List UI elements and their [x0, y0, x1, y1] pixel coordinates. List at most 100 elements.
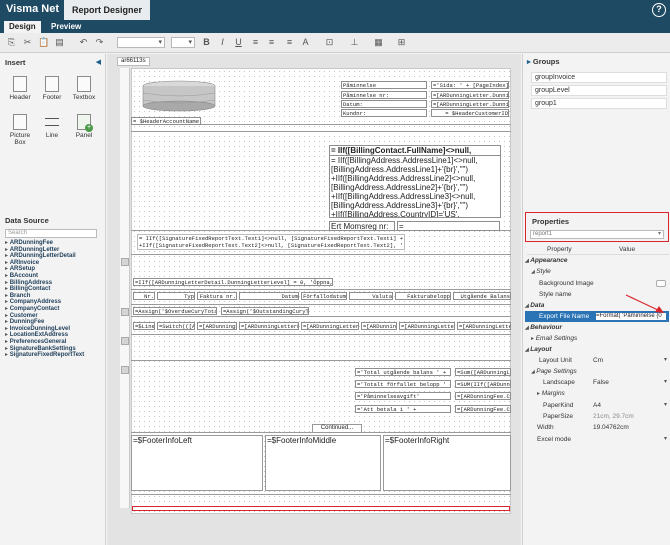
band-marker[interactable] [121, 258, 129, 266]
groups-title[interactable]: Groups [527, 57, 560, 66]
field-dunning-date[interactable]: =[ARDunningLetter.Dunning [431, 100, 509, 108]
prop-group-style[interactable]: Style [531, 266, 670, 277]
tab-preview[interactable]: Preview [46, 21, 86, 33]
prop-width[interactable]: Width 19.04762cm [537, 422, 669, 433]
tab-report-designer[interactable]: Report Designer [64, 0, 150, 20]
detail-cell[interactable]: =[ARDunningLetterD [399, 322, 455, 330]
ds-item[interactable]: DunningFee [5, 319, 105, 326]
detail-cell[interactable]: =[ARDunningLetterD [239, 322, 299, 330]
align-objects-icon[interactable]: ⊥ [349, 37, 360, 48]
ds-item[interactable]: ARSetup [5, 266, 105, 273]
detail-cell[interactable]: =Switch(([ARDu [157, 322, 195, 330]
ds-item[interactable]: BillingAddress [5, 280, 105, 287]
prop-email-settings[interactable]: Email Settings [531, 333, 670, 344]
browse-button[interactable] [656, 280, 666, 287]
insert-panel[interactable]: Panel [69, 114, 99, 139]
italic-icon[interactable]: I [217, 37, 228, 48]
paste-icon[interactable]: 📋 [38, 37, 49, 48]
tab-design[interactable]: Design [4, 21, 41, 33]
cut-icon[interactable]: ✂ [22, 37, 33, 48]
align-right-icon[interactable]: ≡ [284, 37, 295, 48]
logo-picture-box[interactable] [140, 80, 218, 112]
totals-value[interactable]: =[ARDunningFee.Cu [455, 392, 511, 400]
field-billing-contact[interactable]: = IIf([BillingContact.FullName]<>null, [329, 145, 501, 156]
ds-item[interactable]: ARInvoice [5, 260, 105, 267]
ds-item[interactable]: PreferencesGeneral [5, 339, 105, 346]
font-size-select[interactable] [171, 37, 195, 48]
label-moms[interactable]: Ert Momsreg nr: [329, 221, 395, 231]
font-family-select[interactable] [117, 37, 165, 48]
column-header[interactable]: Förfallodatum [301, 292, 347, 300]
align-center-icon[interactable]: ≡ [266, 37, 277, 48]
prop-excel-mode[interactable]: Excel mode [537, 434, 669, 445]
field-fixed-report-text[interactable]: = IIf([SignatureFixedReportText.Text1]<>… [137, 234, 405, 250]
totals-value[interactable]: =Sum([ARDunningLetter [455, 368, 511, 376]
ds-item[interactable]: BAccount [5, 273, 105, 280]
ds-item[interactable]: ARDunningLetter [5, 247, 105, 254]
prop-category-layout[interactable]: Layout [525, 344, 669, 355]
label-kundnr[interactable]: Kundnr: [341, 109, 427, 117]
detail-cell[interactable]: =[ARDunningLetterD [301, 322, 359, 330]
prop-category-behaviour[interactable]: Behaviour [525, 322, 669, 333]
field-dunning-level[interactable]: =IIf([ARDunningLetterDetail.DunningLette… [133, 278, 333, 286]
ds-item[interactable]: SignatureBankSettings [5, 346, 105, 353]
text-color-icon[interactable]: A [300, 37, 311, 48]
column-header[interactable]: Fakturabelopp [395, 292, 451, 300]
column-header[interactable]: Utgående Balans [453, 292, 511, 300]
fit-page-icon[interactable]: ⊞ [396, 37, 407, 48]
prop-category-appearance[interactable]: Appearance [525, 255, 669, 266]
object-select[interactable]: report1 [530, 230, 664, 239]
prop-landscape[interactable]: Landscape False [543, 377, 669, 388]
ds-item[interactable]: InvoiceDunningLevel [5, 326, 105, 333]
bold-icon[interactable]: B [201, 37, 212, 48]
ds-item[interactable]: CompanyAddress [5, 299, 105, 306]
band-marker[interactable] [121, 308, 129, 316]
totals-value[interactable]: =SUM(IIf([ARDunning [455, 380, 511, 388]
column-header[interactable]: Valuta [349, 292, 393, 300]
prop-group-page-settings[interactable]: Page Settings [531, 366, 670, 377]
insert-footer[interactable]: Footer [37, 76, 67, 101]
footer-info-left[interactable]: =$FooterInfoLeft [131, 435, 263, 491]
document-tab[interactable]: ar66113s [117, 57, 150, 66]
label-paminnelse[interactable]: Påminnelse [341, 81, 427, 89]
detail-cell[interactable]: =[ARDunningLetterD [457, 322, 511, 330]
ds-item[interactable]: BillingContact [5, 286, 105, 293]
group-item[interactable]: group1 [531, 98, 667, 109]
column-header[interactable]: Datum [239, 292, 299, 300]
footer-info-right[interactable]: =$FooterInfoRight [383, 435, 511, 491]
ds-item[interactable]: Branch [5, 293, 105, 300]
column-header[interactable]: Typ [157, 292, 195, 300]
redo-icon[interactable]: ↷ [94, 37, 105, 48]
detail-cell[interactable]: =[ARDunningLe [197, 322, 237, 330]
column-header[interactable]: Faktura nr. [197, 292, 237, 300]
field-page-index[interactable]: ='Sida: ' + [PageIndex] + [431, 81, 509, 89]
totals-label[interactable]: ='Totalt förfallet belopp ' + [355, 380, 451, 388]
field-account-name[interactable]: = $HeaderAccountName [131, 117, 201, 125]
field-dunning-number[interactable]: =[ARDunningLetter.Dunning [431, 91, 509, 99]
align-left-icon[interactable]: ≡ [250, 37, 261, 48]
ds-item[interactable]: ARDunningFee [5, 240, 105, 247]
band-marker[interactable] [121, 337, 129, 345]
detail-cell[interactable]: =$Line [133, 322, 155, 330]
totals-value[interactable]: =[ARDunningFee.Cu [455, 405, 511, 413]
field-assign-overdue[interactable]: =Assign('$OverdueCuryTotal' [133, 307, 217, 315]
field-billing-address[interactable]: = IIf([BillingAddress.AddressLine1]<>nul… [329, 156, 501, 218]
prop-layout-unit[interactable]: Layout Unit Cm [539, 355, 669, 366]
ds-item[interactable]: LocationExtAddress [5, 332, 105, 339]
help-icon[interactable]: ? [652, 3, 666, 17]
prop-background-image[interactable]: Background Image [539, 278, 669, 289]
label-datum[interactable]: Datum: [341, 100, 427, 108]
totals-label[interactable]: ='Total utgående balans ' + [355, 368, 451, 376]
underline-icon[interactable]: U [233, 37, 244, 48]
ds-item[interactable]: SignatureFixedReportText [5, 352, 105, 359]
field-assign-outstanding[interactable]: =Assign('$OutstandingCuryTo [221, 307, 309, 315]
ds-item[interactable]: CompanyContact [5, 306, 105, 313]
field-customer-id[interactable]: = $HeaderCustomerID [431, 109, 509, 117]
group-item[interactable]: groupLevel [531, 85, 667, 96]
column-header[interactable]: Nr. [133, 292, 155, 300]
prop-margins[interactable]: Margins [537, 388, 670, 399]
insert-line[interactable]: Line [37, 114, 67, 139]
totals-label[interactable]: ='Påminnelseavgift' [355, 392, 451, 400]
insert-header[interactable]: Header [5, 76, 35, 101]
insert-textbox[interactable]: Textbox [69, 76, 99, 101]
